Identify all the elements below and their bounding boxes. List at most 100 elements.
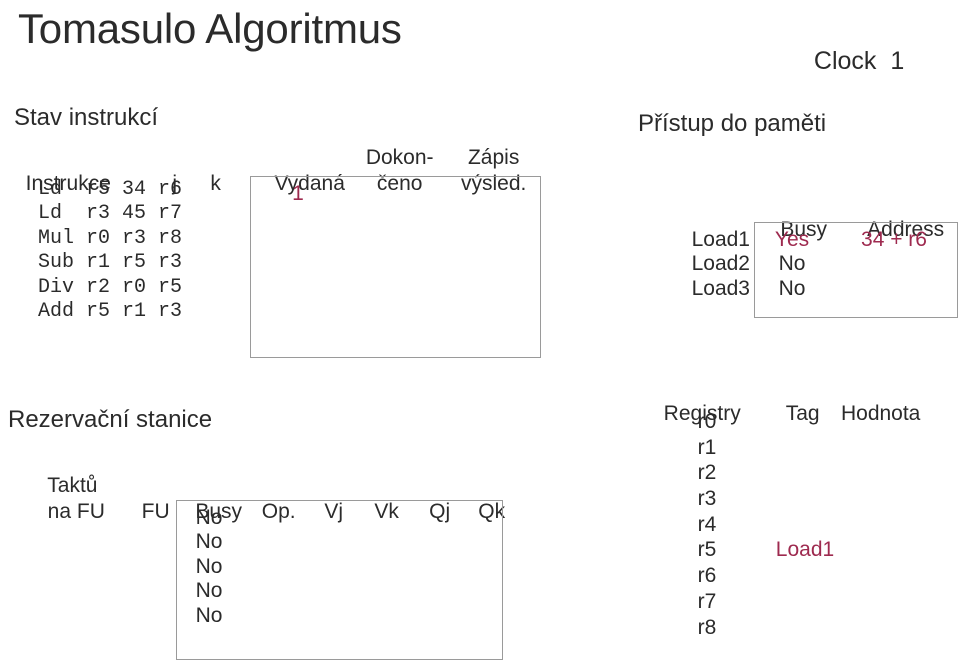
register-tag bbox=[762, 461, 848, 485]
instruction-k: r7 bbox=[158, 202, 183, 226]
instruction-j: 34 bbox=[122, 178, 147, 201]
instruction-row: Ld r5 34 r6 bbox=[38, 178, 188, 202]
register-name: r3 bbox=[697, 487, 717, 511]
reservation-station-busy-cell: No bbox=[195, 530, 223, 554]
register-row: r3 bbox=[652, 487, 928, 513]
memory-access-address-cell bbox=[830, 252, 958, 276]
instruction-op: Div bbox=[38, 275, 75, 299]
memory-access-row-label: Load2 bbox=[691, 252, 750, 276]
register-value bbox=[848, 487, 928, 511]
register-tag bbox=[762, 410, 848, 434]
memory-access-row-label: Load1 bbox=[691, 228, 750, 251]
instruction-dest: r5 bbox=[86, 299, 111, 323]
memory-access-rows: Yes 34 + r6 No No bbox=[754, 228, 958, 301]
register-value bbox=[848, 436, 928, 460]
memory-access-row-label: Load3 bbox=[691, 276, 750, 300]
instruction-dest: r0 bbox=[86, 226, 111, 250]
reservation-station-busy-cell: No bbox=[195, 579, 223, 603]
instruction-row: Div r2 r0 r5 bbox=[38, 276, 188, 300]
instruction-list: Ld r5 34 r6 Ld r3 45 r7 Mul r0 r3 r8 Sub r1 r5 r3 Div r2 r… bbox=[38, 178, 188, 324]
register-value bbox=[848, 513, 928, 537]
register-row: r7 bbox=[652, 590, 928, 616]
register-name: r5 bbox=[697, 538, 717, 562]
instruction-row: Mul r0 r3 r8 bbox=[38, 227, 188, 251]
register-tag bbox=[762, 487, 848, 511]
register-row: r0 bbox=[652, 410, 928, 436]
register-name: r7 bbox=[697, 589, 717, 613]
instruction-dest: r1 bbox=[86, 251, 111, 275]
reservation-station-busy-cell: No bbox=[195, 506, 223, 529]
instruction-issued-cell bbox=[250, 231, 346, 255]
instruction-dest: r5 bbox=[86, 178, 111, 201]
instruction-j: r1 bbox=[122, 299, 147, 323]
memory-access-row: No bbox=[754, 277, 958, 301]
instruction-issued-column: 1 bbox=[250, 182, 346, 328]
register-name: r2 bbox=[697, 461, 717, 485]
register-row: r5 Load1 bbox=[652, 538, 928, 564]
register-tag bbox=[762, 616, 848, 640]
instruction-op: Mul bbox=[38, 226, 75, 250]
registers-rows: r0 r1 r2 r3 r4 r5 Load1 r6 r7 r8 bbox=[652, 410, 928, 641]
register-tag bbox=[762, 564, 848, 588]
memory-access-row-labels: Load1 Load2 Load3 bbox=[672, 228, 750, 301]
register-row: r6 bbox=[652, 564, 928, 590]
header-cycles-bottom: na FU bbox=[47, 500, 105, 523]
instruction-row: Sub r1 r5 r3 bbox=[38, 251, 188, 275]
instruction-j: r3 bbox=[122, 226, 147, 250]
instruction-k: r5 bbox=[158, 275, 183, 299]
memory-access-row: No bbox=[754, 252, 958, 276]
register-value bbox=[848, 461, 928, 485]
memory-access-address-cell bbox=[830, 277, 958, 301]
memory-access-busy-cell: Yes bbox=[774, 228, 810, 251]
register-row: r2 bbox=[652, 461, 928, 487]
instruction-dest: r2 bbox=[86, 275, 111, 299]
instruction-issued-cell bbox=[250, 280, 346, 304]
register-name: r4 bbox=[697, 512, 717, 536]
reservation-stations-busy-column: No No No No No bbox=[178, 506, 240, 628]
clock-indicator: Clock 1 bbox=[800, 16, 904, 76]
instruction-op: Ld bbox=[38, 202, 63, 226]
register-value bbox=[848, 616, 928, 640]
register-value bbox=[848, 538, 928, 562]
register-tag bbox=[762, 436, 848, 460]
instruction-j: 45 bbox=[122, 202, 147, 226]
register-row: r8 bbox=[652, 616, 928, 642]
memory-access-heading: Přístup do paměti bbox=[638, 110, 827, 137]
register-row: r1 bbox=[652, 436, 928, 462]
register-row: r4 bbox=[652, 513, 928, 539]
reservation-station-busy-cell: No bbox=[195, 603, 223, 627]
instruction-op: Add bbox=[38, 299, 75, 323]
instruction-k: r3 bbox=[158, 299, 183, 323]
instruction-row: Add r5 r1 r3 bbox=[38, 300, 188, 324]
instruction-issued-cell bbox=[250, 206, 346, 230]
instruction-op: Sub bbox=[38, 251, 75, 275]
instruction-issued-cell: 1 bbox=[292, 182, 304, 205]
memory-access-address-cell: 34 + r6 bbox=[861, 228, 927, 251]
register-name: r8 bbox=[697, 615, 717, 639]
instruction-k: r6 bbox=[158, 178, 183, 201]
instruction-row: Ld r3 45 r7 bbox=[38, 202, 188, 226]
register-tag: Load1 bbox=[775, 538, 835, 562]
instruction-issued-cell bbox=[250, 255, 346, 279]
register-value bbox=[848, 564, 928, 588]
reservation-station-busy-cell: No bbox=[195, 554, 223, 578]
reservation-stations-heading: Rezervační stanice bbox=[8, 406, 213, 433]
instruction-k: r3 bbox=[158, 251, 183, 275]
register-name: r6 bbox=[697, 564, 717, 588]
register-tag bbox=[762, 590, 848, 614]
register-tag bbox=[762, 513, 848, 537]
register-value bbox=[848, 590, 928, 614]
instruction-status-heading: Stav instrukcí bbox=[14, 104, 159, 131]
memory-access-busy-cell: No bbox=[778, 252, 806, 276]
register-value bbox=[848, 410, 928, 434]
instruction-j: r5 bbox=[122, 251, 147, 275]
header-k: k bbox=[210, 172, 221, 195]
instruction-j: r0 bbox=[122, 275, 147, 299]
clock-value: 1 bbox=[890, 47, 905, 75]
instruction-issued-cell bbox=[250, 304, 346, 328]
clock-label-text: Clock bbox=[813, 47, 877, 75]
instruction-dest: r3 bbox=[86, 202, 111, 226]
memory-access-row: Yes 34 + r6 bbox=[754, 228, 958, 252]
memory-access-busy-cell: No bbox=[778, 276, 806, 300]
register-name: r1 bbox=[697, 435, 717, 459]
